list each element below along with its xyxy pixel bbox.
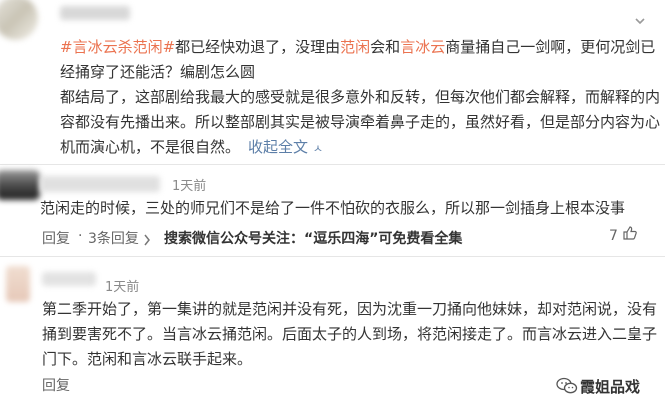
divider [0, 256, 665, 257]
reply-button[interactable]: 回复 [42, 375, 70, 395]
chevron-up-icon: ㅅ [312, 142, 323, 155]
collapse-link[interactable]: 收起全文 ㅅ [248, 138, 323, 156]
mention-link[interactable]: 范闲 [340, 38, 370, 56]
username-blurred[interactable] [60, 6, 130, 20]
avatar[interactable] [0, 0, 38, 40]
like-count: 7 [609, 228, 618, 244]
avatar[interactable] [0, 170, 40, 200]
mention-link[interactable]: 言冰云 [400, 38, 445, 56]
dropdown-icon[interactable] [634, 12, 646, 25]
thumbs-up-icon[interactable] [622, 225, 638, 245]
comment-text: 都结局了，这部剧给我最大的感受就是很多意外和反转，但每次他们都会解释，而解释的内… [60, 88, 661, 156]
reply-button[interactable]: 回复 [42, 228, 70, 248]
avatar[interactable] [6, 266, 30, 302]
hashtag-link[interactable]: #言冰云杀范闲# [60, 38, 175, 56]
username-blurred[interactable] [42, 272, 96, 286]
watermark-text: 霞姐品戏 [580, 378, 641, 396]
username-blurred[interactable] [40, 176, 160, 192]
comment-paragraph: #言冰云杀范闲#都已经快劝退了，没理由范闲会和言冰云商量捅自己一剑啊，更何况剑已… [60, 35, 660, 85]
comment-paragraph: 都结局了，这部剧给我最大的感受就是很多意外和反转，但每次他们都会解释，而解释的内… [60, 85, 660, 161]
promo-text: 搜索微信公众号关注：“逗乐四海”可免费看全集 [164, 231, 463, 247]
wechat-icon [556, 377, 578, 399]
replies-label: 3条回复 [88, 231, 139, 247]
comment-text: 第二季开始了，第一集讲的就是范闲并没有死，因为沈重一刀捅向他妹妹，却对范闲说，没… [42, 300, 658, 368]
divider [0, 164, 665, 165]
comment-time: 1天前 [172, 179, 207, 194]
dot-separator: · [78, 228, 83, 244]
comment-body: #言冰云杀范闲#都已经快劝退了，没理由范闲会和言冰云商量捅自己一剑啊，更何况剑已… [60, 35, 660, 161]
comment-time: 1天前 [105, 280, 140, 295]
comment-text: 都已经快劝退了，没理由 [175, 38, 341, 56]
chevron-right-icon[interactable] [143, 231, 151, 250]
comment-text: 范闲走的时候，三处的师兄们不是给了一件不怕砍的衣服么，所以那一剑插身上根本没事 [40, 199, 626, 217]
comment-text: 会和 [370, 38, 401, 56]
collapse-label: 收起全文 [248, 138, 309, 156]
replies-button[interactable]: 3条回复 [88, 228, 139, 248]
